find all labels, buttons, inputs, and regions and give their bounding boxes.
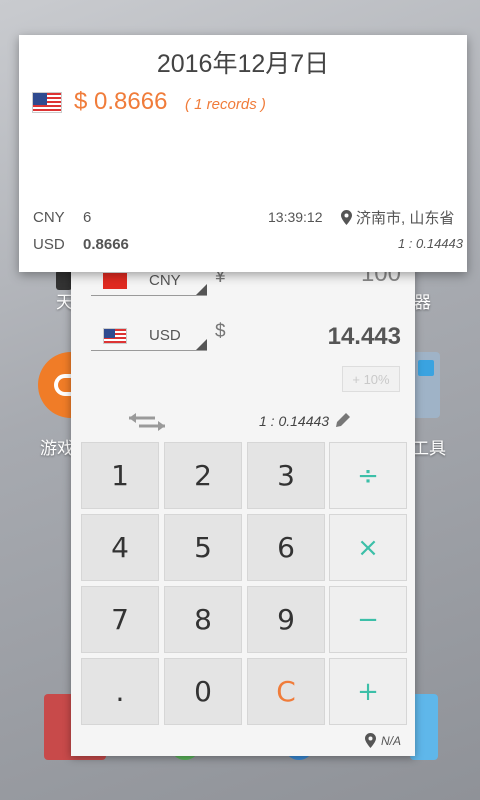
divide-key[interactable]: ÷	[329, 442, 407, 509]
us-flag-icon	[103, 327, 127, 344]
record-time: 13:39:12	[268, 209, 323, 225]
add-key[interactable]: +	[329, 658, 407, 725]
multiply-key[interactable]: ×	[329, 514, 407, 581]
tool-app-label: 工具	[412, 439, 446, 458]
edit-rate-icon[interactable]	[333, 410, 353, 430]
key-9[interactable]: 9	[247, 586, 325, 653]
key-2[interactable]: 2	[164, 442, 242, 509]
record-target-code: USD	[33, 236, 65, 253]
location-footer: N/A	[364, 733, 401, 748]
record-rate: 1 : 0.14443	[397, 236, 463, 251]
record-count: ( 1 records )	[185, 96, 266, 113]
exchange-rate-text: 1 : 0.14443	[259, 413, 330, 429]
tool-app-icon	[412, 352, 440, 418]
location-pin-icon	[364, 733, 376, 748]
us-flag-icon	[32, 92, 62, 113]
key-0[interactable]: 0	[164, 658, 242, 725]
to-amount[interactable]: 14.443	[328, 323, 401, 351]
background-app-icon	[56, 270, 72, 290]
swap-currencies-icon[interactable]	[125, 410, 169, 434]
dropdown-triangle-icon	[196, 339, 207, 350]
record-location-text: 济南市, 山东省	[356, 210, 455, 227]
to-currency-code: USD	[149, 327, 181, 344]
decimal-key[interactable]: .	[81, 658, 159, 725]
record-date: 2016年12月7日	[156, 50, 330, 78]
to-currency-symbol: $	[215, 321, 226, 342]
key-6[interactable]: 6	[247, 514, 325, 581]
key-8[interactable]: 8	[164, 586, 242, 653]
key-7[interactable]: 7	[81, 586, 159, 653]
record-target-line: USD 0.8666	[33, 236, 129, 253]
game-app-label: 游戏	[40, 439, 74, 458]
from-currency-code: CNY	[149, 272, 181, 289]
china-flag-icon	[103, 272, 127, 289]
record-source-code: CNY	[33, 209, 65, 226]
to-currency-select[interactable]: USD	[91, 321, 207, 351]
record-target-value: 0.8666	[83, 236, 129, 253]
dropdown-triangle-icon	[196, 284, 207, 295]
to-currency-row: USD $ 14.443	[91, 317, 401, 357]
record-source-value: 6	[83, 209, 92, 226]
history-record-card[interactable]: 2016年12月7日 $ 0.8666 ( 1 records ) CNY 6 U…	[19, 35, 467, 272]
key-3[interactable]: 3	[247, 442, 325, 509]
add-percent-button[interactable]: + 10%	[342, 366, 400, 392]
currency-converter-panel: CNY ¥ 100 USD $ 14.443 + 10% 1 : 0.14443…	[71, 260, 415, 756]
location-pin-icon	[341, 210, 352, 225]
record-location: 济南市, 山东省	[341, 207, 454, 228]
key-5[interactable]: 5	[164, 514, 242, 581]
record-source-line: CNY 6	[33, 209, 91, 226]
key-4[interactable]: 4	[81, 514, 159, 581]
background-app-label: 器	[414, 293, 431, 312]
record-amount: $ 0.8666	[74, 88, 168, 115]
key-1[interactable]: 1	[81, 442, 159, 509]
location-text: N/A	[380, 733, 401, 748]
clear-key[interactable]: C	[247, 658, 325, 725]
subtract-key[interactable]: −	[329, 586, 407, 653]
